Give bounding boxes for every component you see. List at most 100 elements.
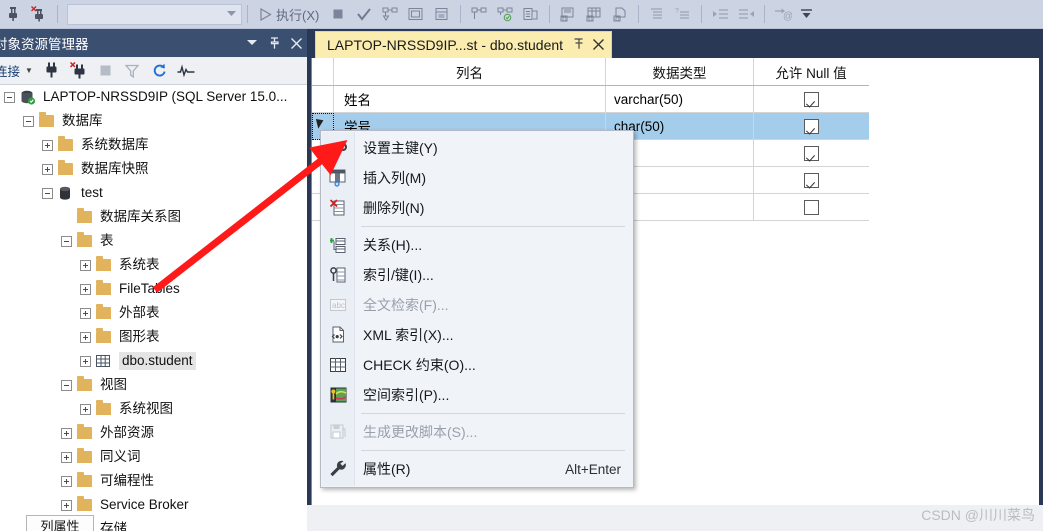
tree-item-11[interactable]: dbo.student	[0, 349, 300, 373]
pin-icon[interactable]	[263, 31, 285, 55]
connect-label[interactable]: 连接	[0, 61, 20, 80]
expand-icon[interactable]	[80, 331, 91, 343]
tree-item-5[interactable]: 数据库关系图	[0, 205, 300, 229]
cell-allow-null[interactable]	[754, 113, 868, 139]
expand-icon[interactable]	[80, 283, 91, 295]
tab-column-properties[interactable]: 列属性	[26, 515, 94, 531]
tree-item-9[interactable]: 外部表	[0, 301, 300, 325]
collapse-icon[interactable]	[4, 91, 15, 103]
chevron-down-icon[interactable]	[241, 31, 263, 55]
stop-icon[interactable]	[325, 2, 351, 26]
collapse-icon[interactable]	[61, 235, 72, 247]
pin-icon[interactable]	[573, 37, 584, 53]
expand-icon[interactable]	[61, 427, 72, 439]
menu-item-4[interactable]: 索引/键(I)...	[321, 260, 633, 290]
menu-item-6[interactable]: XML 索引(X)...	[321, 320, 633, 350]
comment-icon[interactable]	[644, 2, 670, 26]
cell-allow-null[interactable]	[754, 167, 868, 193]
allow-null-checkbox[interactable]	[803, 118, 819, 134]
object-explorer-tree[interactable]: LAPTOP-NRSSD9IP (SQL Server 15.0... 数据库 系统…	[0, 85, 300, 531]
allow-null-checkbox[interactable]	[803, 91, 819, 107]
allow-null-checkbox[interactable]	[803, 172, 819, 188]
tree-item-14[interactable]: 外部资源	[0, 421, 300, 445]
menu-item-8[interactable]: 空间索引(P)...	[321, 380, 633, 410]
expand-icon[interactable]	[61, 475, 72, 487]
debug-stop-icon[interactable]	[26, 2, 52, 26]
collapse-icon[interactable]	[61, 379, 72, 391]
display-estimated-plan-icon[interactable]	[377, 2, 403, 26]
include-client-statistics-icon[interactable]	[429, 2, 455, 26]
tree-item-0[interactable]: LAPTOP-NRSSD9IP (SQL Server 15.0...	[0, 85, 300, 109]
collapse-icon[interactable]	[23, 115, 34, 127]
query-context-combo[interactable]	[67, 3, 242, 25]
close-icon[interactable]	[285, 31, 307, 55]
expand-icon[interactable]	[42, 163, 53, 175]
menu-separator	[361, 413, 625, 414]
results-to-text-icon[interactable]: 01	[555, 2, 581, 26]
expand-icon[interactable]	[80, 259, 91, 271]
menu-separator	[361, 450, 625, 451]
expand-icon[interactable]	[61, 499, 72, 511]
menu-item-7[interactable]: CHECK 约束(O)...	[321, 350, 633, 380]
uncomment-icon[interactable]: ?	[670, 2, 696, 26]
tree-item-10[interactable]: 图形表	[0, 325, 300, 349]
tab-dbo-student[interactable]: LAPTOP-NRSSD9IP...st - dbo.student	[315, 31, 613, 58]
folder-icon	[96, 304, 114, 321]
tree-item-2[interactable]: 系统数据库	[0, 133, 300, 157]
execute-button[interactable]: 执行(X)	[253, 5, 325, 24]
query-options-icon[interactable]	[403, 2, 429, 26]
toolbar-overflow-icon[interactable]	[798, 2, 814, 26]
include-live-stats-icon[interactable]	[492, 2, 518, 26]
menu-item-0[interactable]: 设置主键(Y)	[321, 133, 633, 163]
tree-item-15[interactable]: 同义词	[0, 445, 300, 469]
disconnect-icon[interactable]	[66, 59, 91, 83]
tree-item-3[interactable]: 数据库快照	[0, 157, 300, 181]
filter-icon[interactable]	[120, 59, 145, 83]
cell-allow-null[interactable]	[754, 86, 868, 112]
results-to-file-icon[interactable]: 01	[607, 2, 633, 26]
collapse-icon[interactable]	[42, 187, 53, 199]
tree-item-4[interactable]: test	[0, 181, 300, 205]
check-constraint-icon	[321, 358, 355, 372]
cell-allow-null[interactable]	[754, 194, 868, 220]
row-selector-cell[interactable]	[312, 86, 334, 112]
tree-item-12[interactable]: 视图	[0, 373, 300, 397]
cell-allow-null[interactable]	[754, 140, 868, 166]
results-to-grid2-icon[interactable]: 01	[581, 2, 607, 26]
debug-icon[interactable]	[0, 2, 26, 26]
menu-item-1[interactable]: 插入列(M)	[321, 163, 633, 193]
grid-row[interactable]: 姓名 varchar(50)	[312, 86, 869, 113]
specify-values-icon[interactable]: @	[770, 2, 796, 26]
tree-item-13[interactable]: 系统视图	[0, 397, 300, 421]
folder-icon	[77, 232, 92, 247]
tree-item-7[interactable]: 系统表	[0, 253, 300, 277]
expand-icon[interactable]	[80, 403, 91, 415]
expand-icon[interactable]	[42, 139, 53, 151]
tree-item-8[interactable]: FileTables	[0, 277, 300, 301]
close-icon[interactable]	[593, 37, 605, 53]
tree-item-1[interactable]: 数据库	[0, 109, 300, 133]
increase-indent-icon[interactable]	[733, 2, 759, 26]
allow-null-checkbox[interactable]	[803, 199, 819, 215]
refresh-icon[interactable]	[147, 59, 172, 83]
activity-monitor-icon[interactable]	[174, 59, 199, 83]
parse-check-icon[interactable]	[351, 2, 377, 26]
expand-icon[interactable]	[80, 307, 91, 319]
cell-data-type[interactable]: varchar(50)	[606, 86, 754, 112]
menu-item-3[interactable]: 关系(H)...	[321, 230, 633, 260]
include-actual-plan-icon[interactable]	[466, 2, 492, 26]
tree-item-6[interactable]: 表	[0, 229, 300, 253]
menu-item-2[interactable]: 删除列(N)	[321, 193, 633, 223]
allow-null-checkbox[interactable]	[803, 145, 819, 161]
connect-icon[interactable]	[39, 59, 64, 83]
expand-icon[interactable]	[61, 451, 72, 463]
chevron-down-icon[interactable]: ▼	[25, 66, 33, 75]
menu-item-10[interactable]: 属性(R) Alt+Enter	[321, 454, 633, 484]
tree-item-17[interactable]: Service Broker	[0, 493, 300, 517]
decrease-indent-icon[interactable]	[707, 2, 733, 26]
tree-item-16[interactable]: 可编程性	[0, 469, 300, 493]
cell-column-name[interactable]: 姓名	[334, 86, 606, 112]
expand-icon[interactable]	[80, 355, 91, 367]
results-to-grid-icon[interactable]	[518, 2, 544, 26]
column-context-menu[interactable]: 设置主键(Y) 插入列(M) 删除列(N) 关系(H)... 索引/键(I)... abc…	[320, 130, 634, 488]
